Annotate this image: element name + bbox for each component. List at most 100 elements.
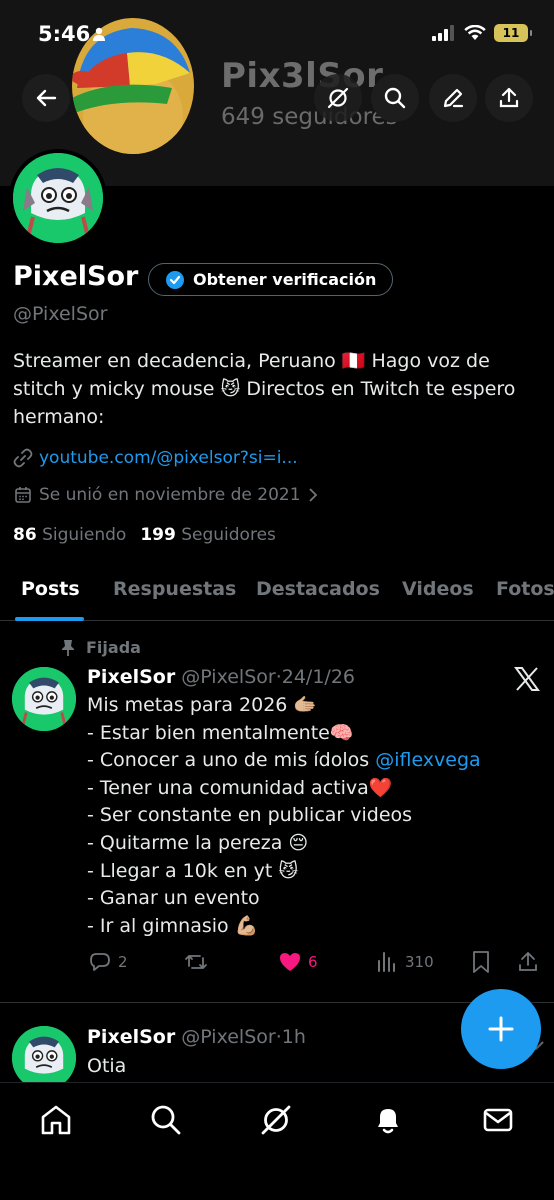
post-line: - Ganar un evento (87, 887, 260, 910)
pencil-icon (443, 88, 464, 108)
home-icon[interactable] (39, 1103, 73, 1137)
like-count: 6 (308, 953, 318, 971)
bio-line: Streamer en decadencia, Peruano 🇵🇪 Hago … (13, 350, 490, 372)
post-text: Otia (87, 1053, 527, 1081)
post-timestamp[interactable]: 1h (282, 1026, 306, 1048)
share-icon (519, 952, 537, 971)
avatar-image (12, 667, 76, 731)
post-share-button[interactable] (516, 950, 540, 974)
compose-post-button[interactable] (461, 989, 541, 1069)
share-button[interactable] (485, 74, 533, 122)
post-header: PixelSor @PixelSor·1h (87, 1026, 306, 1048)
post-line: - Llegar a 10k en yt 😼 (87, 859, 299, 882)
reply-icon (90, 953, 110, 971)
share-icon (499, 87, 519, 108)
tab-posts[interactable]: Posts (21, 578, 80, 600)
grok-icon (327, 87, 349, 109)
calendar-icon (15, 487, 31, 503)
profile-website-link[interactable]: youtube.com/@pixelsor?si=i... (39, 448, 298, 468)
tab-replies[interactable]: Respuestas (113, 578, 236, 600)
post-header: PixelSor @PixelSor·24/1/26 (87, 666, 355, 688)
search-button[interactable] (371, 74, 419, 122)
profile-joined-row[interactable]: Se unió en noviembre de 2021 (13, 485, 319, 505)
post-author-name[interactable]: PixelSor (87, 666, 175, 688)
repost-button[interactable] (184, 950, 208, 974)
reply-count: 2 (118, 953, 128, 971)
post-line: - Quitarme la pereza 😔 (87, 831, 309, 854)
x-logo-icon (514, 667, 540, 691)
post-avatar[interactable] (12, 1026, 76, 1090)
grok-icon[interactable] (259, 1103, 293, 1137)
tab-highlights[interactable]: Destacados (256, 578, 380, 600)
back-button[interactable] (22, 74, 70, 122)
status-time: 5:46 (38, 22, 91, 46)
profile-avatar[interactable] (9, 149, 107, 247)
post-line: - Estar bien mentalmente🧠 (87, 721, 354, 744)
chevron-right-icon (308, 488, 317, 502)
header-follower-count: 649 seguidores (221, 104, 398, 130)
avatar-image (12, 1026, 76, 1090)
wifi-icon (464, 25, 486, 40)
post-text: Mis metas para 2026 🫱🏼 - Estar bien ment… (87, 692, 527, 940)
arrow-left-icon (36, 89, 57, 107)
bottom-navigation (0, 1082, 554, 1200)
verified-badge-icon (166, 270, 184, 289)
reply-button[interactable]: 2 (88, 950, 128, 974)
profile-handle: @PixelSor (13, 303, 108, 325)
views-button[interactable]: 310 (375, 950, 434, 974)
pinned-indicator: Fijada (60, 638, 141, 657)
views-icon (378, 952, 395, 972)
follow-stats: 86 Siguiendo 199 Seguidores (13, 525, 276, 545)
post-line: - Conocer a uno de mis ídolos @iflexvega (87, 747, 527, 775)
post-line: - Tener una comunidad activa❤️ (87, 776, 393, 799)
tab-photos[interactable]: Fotos (496, 578, 554, 600)
search-icon (384, 87, 406, 109)
bio-line: stitch y micky mouse 😼 Directos en Twitc… (13, 378, 516, 400)
following-count: 86 (13, 525, 37, 545)
edit-button[interactable] (429, 74, 477, 122)
plus-icon (488, 1016, 514, 1042)
followers-stat[interactable]: 199 Seguidores (140, 525, 276, 545)
signal-icon (432, 25, 454, 41)
view-count: 310 (405, 953, 434, 971)
post-line: Otia (87, 1055, 127, 1077)
post-mention-link[interactable]: @iflexvega (375, 749, 480, 771)
person-icon (93, 27, 105, 41)
bookmark-icon (473, 951, 489, 973)
bio-line: hermano: (13, 406, 105, 428)
grok-button[interactable] (314, 74, 362, 122)
post-avatar[interactable] (12, 667, 76, 731)
get-verified-label: Obtener verificación (193, 270, 377, 289)
profile-tabs: Posts Respuestas Destacados Videos Fotos (0, 572, 554, 621)
repost-icon (185, 955, 207, 969)
following-stat[interactable]: 86 Siguiendo (13, 525, 126, 545)
active-tab-indicator (15, 617, 84, 621)
status-bar: 5:46 11 (0, 0, 554, 60)
like-button[interactable]: 6 (278, 950, 318, 974)
followers-label: Seguidores (181, 525, 276, 545)
post-line: Mis metas para 2026 🫱🏼 (87, 694, 318, 716)
messages-icon[interactable] (481, 1103, 515, 1137)
profile-joined-date: Se unió en noviembre de 2021 (39, 485, 301, 505)
avatar-image (13, 153, 103, 243)
following-label: Siguiendo (42, 525, 127, 545)
get-verified-button[interactable]: Obtener verificación (148, 263, 393, 296)
post-line: - Ser constante en publicar videos (87, 804, 413, 827)
tab-videos[interactable]: Videos (402, 578, 474, 600)
status-indicators: 11 (432, 24, 532, 42)
search-icon[interactable] (149, 1103, 183, 1137)
post-author-handle: @PixelSor (181, 1026, 276, 1048)
post-actions: 2 6 310 (88, 950, 548, 976)
bookmark-button[interactable] (470, 950, 492, 974)
followers-count: 199 (140, 525, 176, 545)
heart-filled-icon (280, 953, 300, 971)
post-line-text: - Conocer a uno de mis ídolos (87, 749, 376, 772)
battery-indicator: 11 (494, 24, 532, 42)
post-timestamp[interactable]: 24/1/26 (282, 666, 355, 688)
notifications-icon[interactable] (371, 1103, 405, 1137)
profile-bio: Streamer en decadencia, Peruano 🇵🇪 Hago … (13, 347, 533, 431)
pin-icon (62, 639, 74, 656)
post-line: - Ir al gimnasio 💪🏼 (87, 914, 259, 937)
post-author-name[interactable]: PixelSor (87, 1026, 175, 1048)
profile-link-row[interactable]: youtube.com/@pixelsor?si=i... (13, 448, 298, 468)
